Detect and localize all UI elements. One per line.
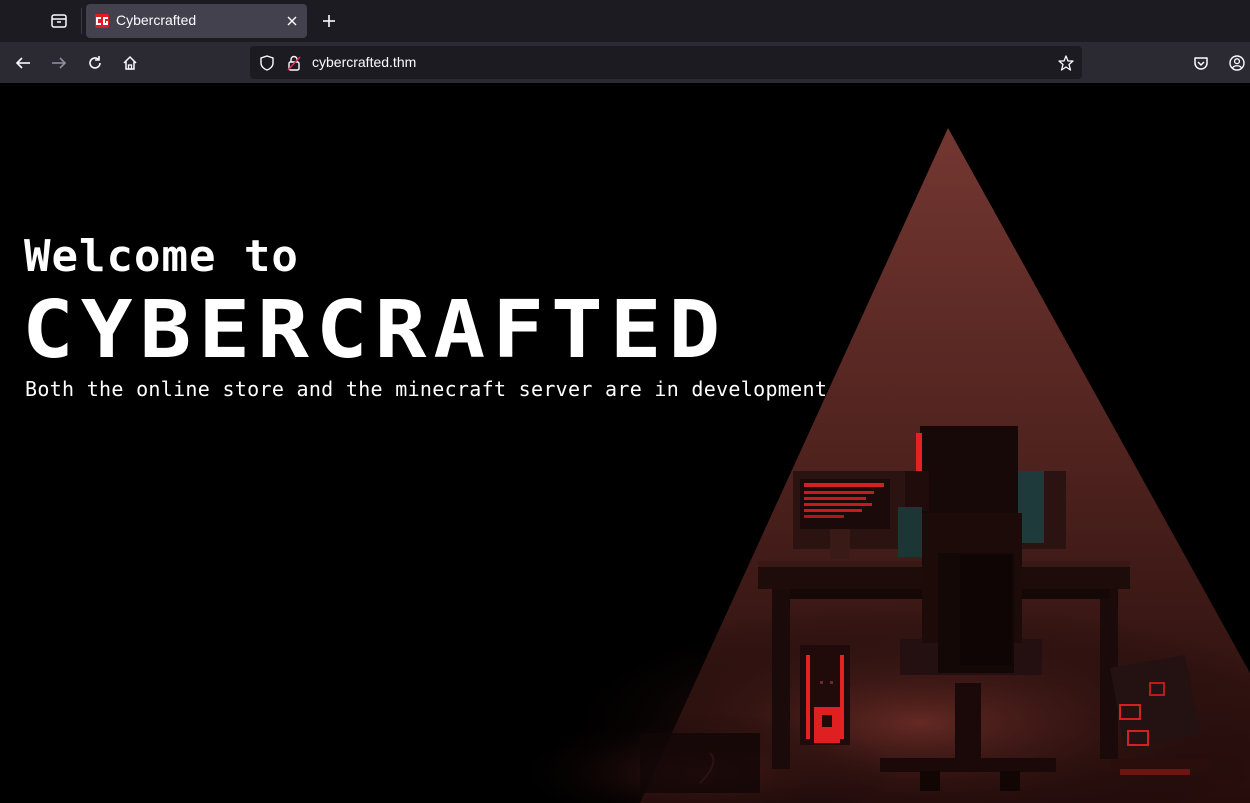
bookmark-button[interactable]: [1056, 53, 1076, 73]
plus-icon: [323, 15, 335, 27]
forward-arrow-icon: [52, 57, 67, 69]
tab-cybercrafted[interactable]: Cybercrafted: [86, 4, 307, 38]
brand-title: CYBERCRAFTED: [22, 284, 728, 377]
back-arrow-icon: [15, 57, 30, 69]
tab-strip-divider: [81, 8, 82, 34]
pocket-icon: [1194, 57, 1208, 70]
account-icon: [1229, 55, 1245, 71]
lock-icon: [287, 55, 301, 71]
url-text[interactable]: cybercrafted.thm: [312, 54, 416, 70]
url-bar[interactable]: cybercrafted.thm: [250, 46, 1082, 79]
home-icon: [123, 55, 137, 70]
shield-icon: [260, 55, 274, 71]
tagline-text: Both the online store and the minecraft …: [25, 377, 828, 401]
site-security-button[interactable]: [285, 54, 303, 72]
pocket-button[interactable]: [1186, 48, 1216, 78]
navigation-bar: cybercrafted.thm: [0, 42, 1250, 83]
back-button[interactable]: [8, 48, 38, 78]
tab-title: Cybercrafted: [116, 12, 197, 28]
favicon-icon: [95, 14, 109, 28]
reload-button[interactable]: [80, 48, 110, 78]
tab-close-button[interactable]: [282, 11, 302, 31]
close-icon: [287, 16, 297, 26]
tab-manager-button[interactable]: [44, 6, 74, 36]
account-button[interactable]: [1222, 48, 1250, 78]
new-tab-button[interactable]: [314, 6, 344, 36]
page-content: Welcome to CYBERCRAFTED Both the online …: [0, 83, 1250, 803]
tab-manager-icon: [51, 14, 67, 28]
hero-illustration: [500, 128, 1250, 803]
star-icon: [1058, 55, 1074, 71]
tab-strip: Cybercrafted: [0, 0, 1250, 42]
tracking-protection-button[interactable]: [258, 54, 276, 72]
forward-button[interactable]: [44, 48, 74, 78]
welcome-heading: Welcome to: [24, 231, 299, 282]
home-button[interactable]: [115, 48, 145, 78]
reload-icon: [89, 56, 101, 69]
